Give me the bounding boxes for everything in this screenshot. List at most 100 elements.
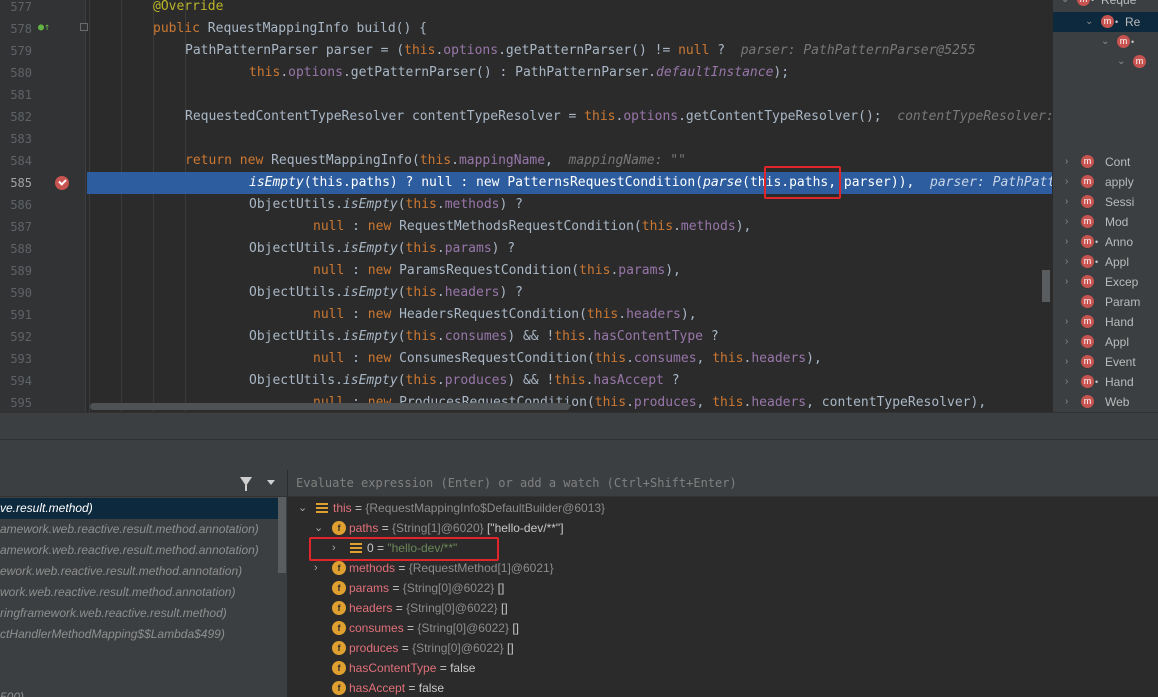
chevron-right-icon[interactable]: › <box>1065 192 1075 212</box>
gutter-line[interactable]: 585 <box>0 172 86 194</box>
chevron-down-icon[interactable]: ⌄ <box>1101 32 1111 52</box>
stack-frame[interactable] <box>0 666 278 687</box>
gutter-line[interactable]: 588 <box>0 238 86 260</box>
code-area[interactable]: @Override public RequestMappingInfo build… <box>87 0 1052 412</box>
structure-item[interactable]: ⌄ m• Reque <box>1053 0 1158 10</box>
stack-frame[interactable]: ve.result.method) <box>0 498 278 519</box>
code-line[interactable]: @Override <box>87 0 1052 18</box>
structure-item[interactable]: › m Event <box>1053 352 1158 372</box>
structure-item[interactable]: ⌄ m • Re <box>1053 12 1158 32</box>
stack-frame[interactable]: ctHandlerMethodMapping$$Lambda$499) <box>0 624 278 645</box>
gutter-line[interactable]: 580 <box>0 62 86 84</box>
stack-frame[interactable]: amework.web.reactive.result.method.annot… <box>0 540 278 561</box>
code-line[interactable]: null : new ParamsRequestCondition(this.p… <box>87 260 1052 282</box>
gutter-line[interactable]: 594 <box>0 370 86 392</box>
chevron-down-icon[interactable]: ⌄ <box>1085 12 1095 32</box>
structure-item[interactable]: › m Sessi <box>1053 192 1158 212</box>
stack-frame[interactable]: amework.web.reactive.result.method.annot… <box>0 519 278 540</box>
chevron-right-icon[interactable]: › <box>1065 312 1075 332</box>
gutter-line[interactable]: 577 <box>0 0 86 18</box>
code-editor[interactable]: 577 578 ●↑ 579 580 581 582 583 584 585 586 587 588 58… <box>0 0 1052 412</box>
code-line[interactable]: null : new ConsumesRequestCondition(this… <box>87 348 1052 370</box>
stack-frame[interactable]: work.web.reactive.result.method.annotati… <box>0 582 278 603</box>
code-line[interactable] <box>87 84 1052 106</box>
chevron-right-icon[interactable]: › <box>1065 252 1075 272</box>
chevron-right-icon[interactable]: › <box>1065 352 1075 372</box>
structure-panel[interactable]: ⌄m•Reque⌄m•Re⌄m•⌄m›mCont›mapply›mSessi›m… <box>1052 0 1158 412</box>
chevron-down-icon[interactable]: ⌄ <box>298 498 307 518</box>
gutter-line[interactable]: 578 ●↑ <box>0 18 88 40</box>
structure-item[interactable]: m Param <box>1053 292 1158 312</box>
code-line[interactable]: RequestedContentTypeResolver contentType… <box>87 106 1052 128</box>
gutter-line[interactable]: 583 <box>0 128 86 150</box>
code-line[interactable]: ObjectUtils.isEmpty(this.consumes) && !t… <box>87 326 1052 348</box>
code-line[interactable]: null : new HeadersRequestCondition(this.… <box>87 304 1052 326</box>
gutter-line[interactable]: 579 <box>0 40 86 62</box>
editor-scroll-marker[interactable] <box>1042 270 1050 302</box>
structure-item[interactable]: › m Cont <box>1053 152 1158 172</box>
chevron-right-icon[interactable]: › <box>314 558 318 578</box>
structure-item[interactable]: › m apply <box>1053 172 1158 192</box>
chevron-right-icon[interactable]: › <box>1065 212 1075 232</box>
stack-frame[interactable]: 500) <box>0 687 278 697</box>
chevron-right-icon[interactable]: › <box>1065 232 1075 252</box>
structure-item[interactable]: ⌄ m <box>1053 52 1158 72</box>
chevron-right-icon[interactable]: › <box>1065 392 1075 412</box>
structure-item[interactable]: › m Excep <box>1053 272 1158 292</box>
code-line[interactable]: ObjectUtils.isEmpty(this.params) ? <box>87 238 1052 260</box>
frames-scrollbar[interactable] <box>278 497 286 573</box>
chevron-right-icon[interactable]: › <box>1065 332 1075 352</box>
gutter-line[interactable]: 590 <box>0 282 86 304</box>
gutter-line[interactable]: 595 <box>0 392 86 412</box>
stack-frame[interactable]: ework.web.reactive.result.method.annotat… <box>0 561 278 582</box>
gutter-line[interactable]: 593 <box>0 348 86 370</box>
variable-row[interactable]: ⌄ this = {RequestMappingInfo$DefaultBuild… <box>288 498 1158 518</box>
chevron-right-icon[interactable]: › <box>1065 272 1075 292</box>
structure-item[interactable]: › m Mod <box>1053 212 1158 232</box>
variable-row[interactable]: f params = {String[0]@6022} [] <box>288 578 1158 598</box>
gutter-line[interactable]: 586 <box>0 194 86 216</box>
code-line[interactable]: ObjectUtils.isEmpty(this.headers) ? <box>87 282 1052 304</box>
override-method-icon[interactable]: ●↑ <box>38 22 50 34</box>
structure-item[interactable]: › m Hand <box>1053 312 1158 332</box>
structure-item[interactable]: › m • Appl <box>1053 252 1158 272</box>
chevron-right-icon[interactable]: › <box>1065 172 1075 192</box>
variables-panel[interactable]: Evaluate expression (Enter) or add a wat… <box>288 470 1158 697</box>
variable-row[interactable]: ⌄ f paths = {String[1]@6020} ["hello-dev/*… <box>288 518 1158 538</box>
stack-frame[interactable] <box>0 645 278 666</box>
chevron-right-icon[interactable]: › <box>1065 372 1075 392</box>
execution-line[interactable]: isEmpty(this.paths) ? null : new Pattern… <box>87 172 1052 194</box>
chevron-right-icon[interactable]: › <box>1065 152 1075 172</box>
variable-row[interactable]: f hasAccept = false <box>288 678 1158 697</box>
structure-item[interactable]: › m Web <box>1053 392 1158 412</box>
code-line[interactable]: return new RequestMappingInfo(this.mappi… <box>87 150 1052 172</box>
frames-panel[interactable]: ve.result.method) amework.web.reactive.re… <box>0 470 288 697</box>
editor-gutter[interactable]: 577 578 ●↑ 579 580 581 582 583 584 585 586 587 588 58… <box>0 0 88 412</box>
structure-item[interactable]: ⌄ m • <box>1053 32 1158 52</box>
gutter-line[interactable]: 592 <box>0 326 86 348</box>
code-line[interactable]: null : new RequestMethodsRequestConditio… <box>87 216 1052 238</box>
editor-horizontal-scrollbar[interactable] <box>90 403 570 410</box>
gutter-line[interactable]: 587 <box>0 216 86 238</box>
code-line[interactable] <box>87 128 1052 150</box>
chevron-down-icon[interactable]: ⌄ <box>1117 52 1127 72</box>
breakpoint-icon[interactable] <box>55 176 69 190</box>
structure-item[interactable]: › m • Hand <box>1053 372 1158 392</box>
stack-frame[interactable]: ringframework.web.reactive.result.method… <box>0 603 278 624</box>
filter-icon[interactable] <box>240 477 252 491</box>
evaluate-expression-input[interactable]: Evaluate expression (Enter) or add a wat… <box>288 470 1158 497</box>
code-line[interactable]: ObjectUtils.isEmpty(this.produces) && !t… <box>87 370 1052 392</box>
code-line[interactable]: this.options.getPatternParser() : PathPa… <box>87 62 1052 84</box>
chevron-down-icon[interactable]: ⌄ <box>314 518 323 538</box>
variable-row[interactable]: f consumes = {String[0]@6022} [] <box>288 618 1158 638</box>
code-line[interactable]: public RequestMappingInfo build() { <box>87 18 1052 40</box>
variable-row[interactable]: f hasContentType = false <box>288 658 1158 678</box>
code-line[interactable]: PathPatternParser parser = (this.options… <box>87 40 1052 62</box>
structure-item[interactable]: › m • Anno <box>1053 232 1158 252</box>
variable-row[interactable]: f produces = {String[0]@6022} [] <box>288 638 1158 658</box>
chevron-down-icon[interactable] <box>267 480 275 485</box>
code-line[interactable]: ObjectUtils.isEmpty(this.methods) ? <box>87 194 1052 216</box>
chevron-down-icon[interactable]: ⌄ <box>1061 0 1071 10</box>
variable-row[interactable]: › f methods = {RequestMethod[1]@6021} <box>288 558 1158 578</box>
gutter-line[interactable]: 581 <box>0 84 86 106</box>
